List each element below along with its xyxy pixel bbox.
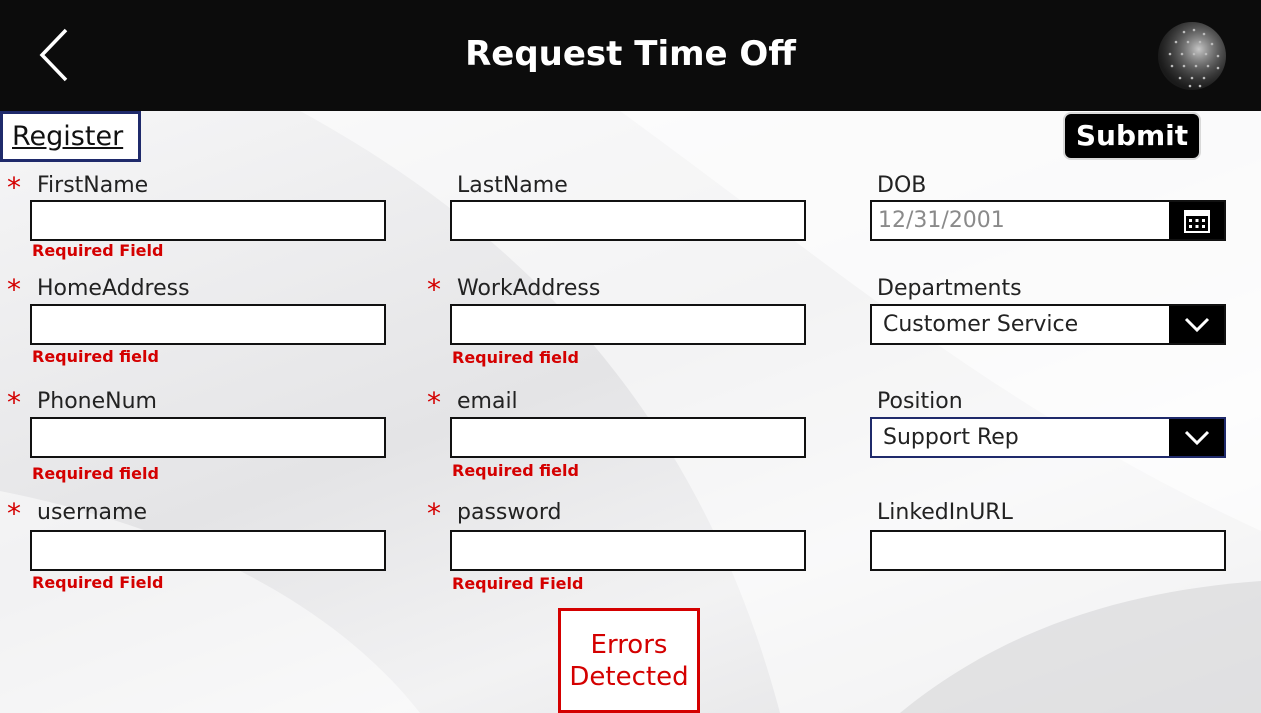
required-marker: * xyxy=(7,386,21,419)
firstname-error: Required Field xyxy=(32,241,164,260)
page-title: Request Time Off xyxy=(465,34,796,74)
homeaddress-label: HomeAddress xyxy=(37,276,190,301)
chevron-down-icon xyxy=(1184,430,1209,445)
position-label: Position xyxy=(877,389,963,414)
homeaddress-error: Required field xyxy=(32,347,159,366)
required-marker: * xyxy=(7,273,21,306)
errors-detected-box: Errors Detected xyxy=(558,608,700,713)
password-input[interactable] xyxy=(450,530,806,571)
errors-line-2: Detected xyxy=(569,662,689,692)
workaddress-input[interactable] xyxy=(450,304,806,345)
password-error: Required Field xyxy=(452,574,584,593)
phonenum-input[interactable] xyxy=(30,417,386,458)
position-dropdown[interactable]: Support Rep xyxy=(870,417,1226,458)
username-label: username xyxy=(37,500,147,525)
calendar-icon xyxy=(1183,209,1210,233)
app-header: Request Time Off xyxy=(0,0,1261,111)
departments-dropdown-toggle[interactable] xyxy=(1169,306,1224,343)
required-marker: * xyxy=(7,171,21,204)
globe-logo-icon xyxy=(1158,22,1226,90)
username-error: Required Field xyxy=(32,573,164,592)
firstname-label: FirstName xyxy=(37,173,149,198)
position-dropdown-toggle[interactable] xyxy=(1169,419,1224,456)
departments-label: Departments xyxy=(877,276,1022,301)
required-marker: * xyxy=(427,497,441,530)
register-heading[interactable]: Register xyxy=(0,111,141,162)
workaddress-label: WorkAddress xyxy=(457,276,601,301)
phonenum-label: PhoneNum xyxy=(37,389,157,414)
firstname-input[interactable] xyxy=(30,200,386,241)
username-input[interactable] xyxy=(30,530,386,571)
workaddress-error: Required field xyxy=(452,348,579,367)
departments-dropdown[interactable]: Customer Service xyxy=(870,304,1226,345)
lastname-input[interactable] xyxy=(450,200,806,241)
homeaddress-input[interactable] xyxy=(30,304,386,345)
chevron-down-icon xyxy=(1184,317,1209,332)
required-marker: * xyxy=(427,273,441,306)
email-input[interactable] xyxy=(450,417,806,458)
submit-button[interactable]: Submit xyxy=(1063,112,1201,160)
position-selected: Support Rep xyxy=(883,425,1019,450)
email-error: Required field xyxy=(452,461,579,480)
linkedinurl-input[interactable] xyxy=(870,530,1226,571)
lastname-label: LastName xyxy=(457,173,568,198)
dob-label: DOB xyxy=(877,173,927,198)
calendar-button[interactable] xyxy=(1169,202,1224,239)
required-marker: * xyxy=(427,386,441,419)
phonenum-error: Required field xyxy=(32,464,159,483)
password-label: password xyxy=(457,500,562,525)
required-marker: * xyxy=(7,497,21,530)
dob-value: 12/31/2001 xyxy=(878,208,1005,233)
errors-line-1: Errors xyxy=(590,630,668,660)
email-label: email xyxy=(457,389,518,414)
linkedinurl-label: LinkedInURL xyxy=(877,500,1013,525)
dob-date-picker[interactable]: 12/31/2001 xyxy=(870,200,1226,241)
departments-selected: Customer Service xyxy=(883,312,1079,337)
